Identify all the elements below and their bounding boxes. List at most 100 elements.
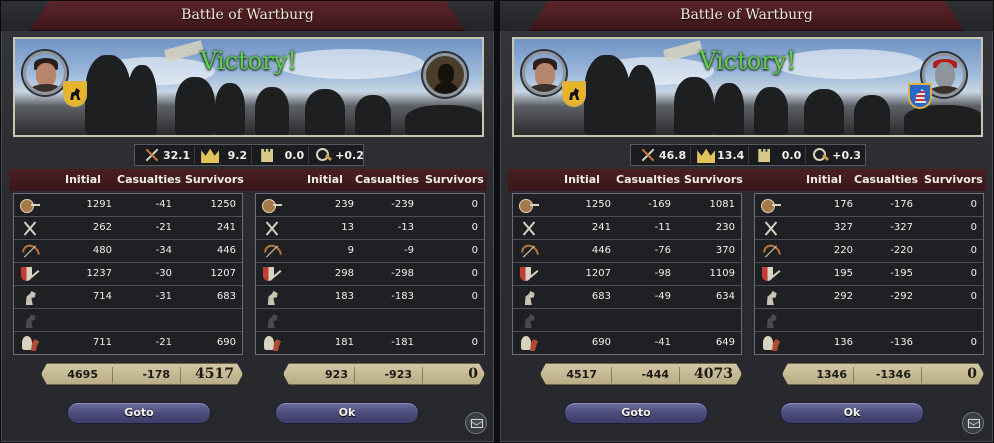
header-survivors: Survivors xyxy=(425,173,484,186)
pikemen-icon xyxy=(262,220,282,237)
attacker-coat-of-arms-icon[interactable] xyxy=(63,81,87,107)
table-row: 1207 -98 1109 xyxy=(513,263,741,286)
total-casualties: -1346 xyxy=(875,368,911,381)
attacker-portrait[interactable] xyxy=(522,51,566,95)
victory-text: Victory! xyxy=(200,47,297,75)
horse-archers-icon xyxy=(761,312,781,329)
attacker-totals-bar: 4517 -444 4073 xyxy=(540,363,742,385)
table-row: 241 -11 230 xyxy=(513,217,741,240)
attacker-troops-table: 1291 -41 1250 262 -21 241 480 -34 446 1237 -30 1… xyxy=(13,193,243,355)
goto-button[interactable]: Goto xyxy=(67,402,211,424)
stat-siege[interactable]: 0.0 xyxy=(256,146,310,164)
stat-combat[interactable]: 46.8 xyxy=(637,146,692,164)
goto-button[interactable]: Goto xyxy=(564,402,708,424)
header-survivors: Survivors xyxy=(924,173,983,186)
total-initial: 4695 xyxy=(67,368,98,381)
table-row: 239 -239 0 xyxy=(256,194,484,217)
table-row: 220 -220 0 xyxy=(755,240,983,263)
knights-icon xyxy=(519,335,539,352)
pikemen-icon xyxy=(519,220,539,237)
light-infantry-icon xyxy=(519,197,539,214)
knights-icon xyxy=(20,335,40,352)
header-initial: Initial xyxy=(65,173,101,186)
stat-siege[interactable]: 0.0 xyxy=(753,146,807,164)
panel-title: Battle of Wartburg xyxy=(181,7,314,23)
heavy-infantry-icon xyxy=(761,266,781,283)
crown-icon xyxy=(201,148,220,163)
total-casualties: -923 xyxy=(384,368,412,381)
stat-intel[interactable]: +0.2 xyxy=(313,146,368,164)
ok-button[interactable]: Ok xyxy=(275,402,419,424)
tower-icon xyxy=(258,147,276,163)
table-row: 181 -181 0 xyxy=(256,332,484,355)
total-initial: 923 xyxy=(325,368,348,381)
table-row: 195 -195 0 xyxy=(755,263,983,286)
total-survivors: 0 xyxy=(468,366,478,382)
table-row: 711 -21 690 xyxy=(14,332,242,355)
horse-archers-icon xyxy=(262,312,282,329)
heavy-infantry-icon xyxy=(20,266,40,283)
header-casualties: Casualties xyxy=(355,173,420,186)
light-cavalry-icon xyxy=(519,289,539,306)
archers-icon xyxy=(20,243,40,260)
mail-icon[interactable] xyxy=(465,412,487,434)
stat-intel[interactable]: +0.3 xyxy=(810,146,865,164)
table-row: 1291 -41 1250 xyxy=(14,194,242,217)
header-casualties: Casualties xyxy=(854,173,919,186)
magnifier-icon xyxy=(315,147,333,163)
table-row xyxy=(14,309,242,332)
defender-totals-bar: 1346 -1346 0 xyxy=(782,363,984,385)
table-row: 9 -9 0 xyxy=(256,240,484,263)
attacker-portrait[interactable] xyxy=(23,51,67,95)
table-row xyxy=(755,309,983,332)
attacker-table-header: Initial Casualties Survivors xyxy=(512,173,743,189)
defender-coat-of-arms-icon[interactable] xyxy=(908,83,932,109)
total-survivors: 0 xyxy=(967,366,977,382)
stat-prestige[interactable]: 9.2 xyxy=(199,146,253,164)
light-cavalry-icon xyxy=(262,289,282,306)
total-survivors: 4517 xyxy=(195,366,234,382)
heavy-infantry-icon xyxy=(519,266,539,283)
heavy-infantry-icon xyxy=(262,266,282,283)
stat-combat[interactable]: 32.1 xyxy=(141,146,196,164)
table-row: 292 -292 0 xyxy=(755,286,983,309)
horse-archers-icon xyxy=(519,312,539,329)
archers-icon xyxy=(262,243,282,260)
table-row: 176 -176 0 xyxy=(755,194,983,217)
table-row: 1237 -30 1207 xyxy=(14,263,242,286)
mail-icon[interactable] xyxy=(962,412,984,434)
defender-table-header: Initial Casualties Survivors xyxy=(255,173,485,189)
defender-portrait[interactable] xyxy=(423,53,467,97)
victory-text: Victory! xyxy=(699,47,796,75)
header-initial: Initial xyxy=(806,173,842,186)
total-casualties: -444 xyxy=(641,368,669,381)
defender-table-header: Initial Casualties Survivors xyxy=(754,173,984,189)
table-row xyxy=(513,309,741,332)
table-row: 1250 -169 1081 xyxy=(513,194,741,217)
ok-button[interactable]: Ok xyxy=(780,402,924,424)
header-initial: Initial xyxy=(307,173,343,186)
table-row xyxy=(256,309,484,332)
crossed-swords-icon xyxy=(639,147,657,163)
table-row: 13 -13 0 xyxy=(256,217,484,240)
defender-totals-bar: 923 -923 0 xyxy=(283,363,485,385)
tower-icon xyxy=(755,147,773,163)
table-row: 690 -41 649 xyxy=(513,332,741,355)
title-bar[interactable]: Battle of Wartburg xyxy=(500,1,993,31)
table-row: 446 -76 370 xyxy=(513,240,741,263)
table-row: 327 -327 0 xyxy=(755,217,983,240)
crossed-swords-icon xyxy=(143,147,161,163)
attacker-coat-of-arms-icon[interactable] xyxy=(562,81,586,107)
table-row: 714 -31 683 xyxy=(14,286,242,309)
battle-result-panel: Battle of Wartburg Victory! 32.1 9.2 0.0… xyxy=(0,0,495,443)
light-cavalry-icon xyxy=(761,289,781,306)
table-row: 683 -49 634 xyxy=(513,286,741,309)
pikemen-icon xyxy=(761,220,781,237)
title-bar[interactable]: Battle of Wartburg xyxy=(1,1,494,31)
panel-title: Battle of Wartburg xyxy=(680,7,813,23)
archers-icon xyxy=(519,243,539,260)
total-initial: 4517 xyxy=(566,368,597,381)
knights-icon xyxy=(761,335,781,352)
stat-prestige[interactable]: 13.4 xyxy=(695,146,750,164)
header-initial: Initial xyxy=(564,173,600,186)
